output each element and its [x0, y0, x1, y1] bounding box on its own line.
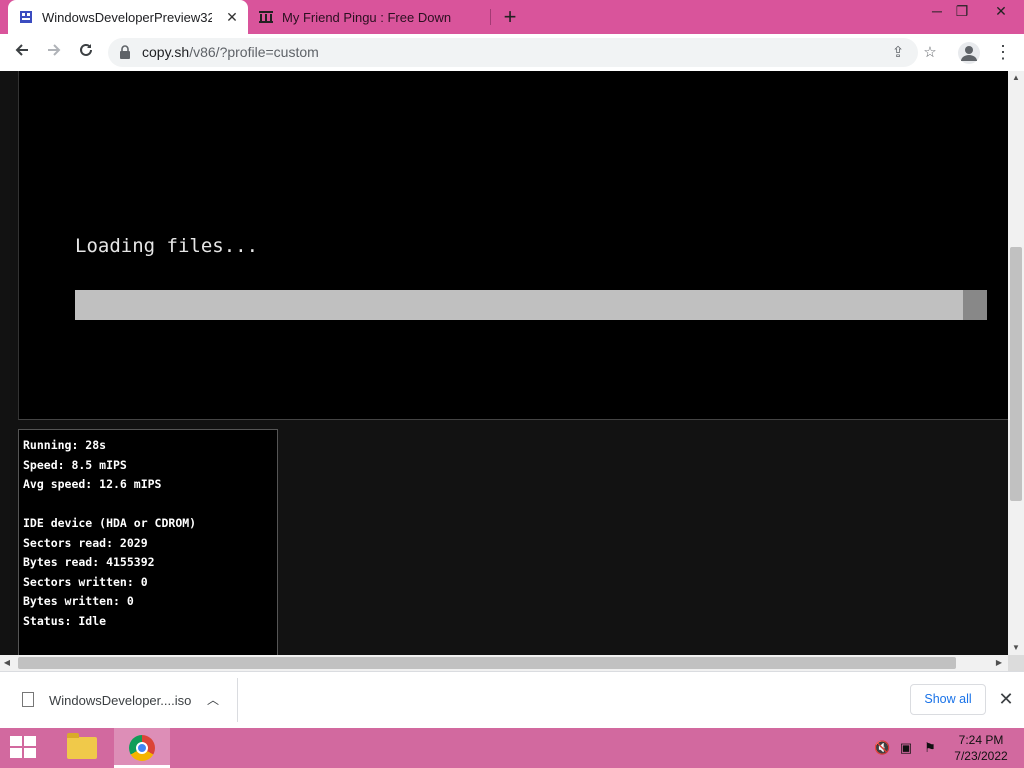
- chevron-up-icon[interactable]: ︿: [205, 690, 221, 710]
- restore-button[interactable]: ❐: [945, 0, 979, 24]
- tab-separator: [490, 9, 491, 25]
- clock-date: 7/23/2022: [954, 749, 1008, 763]
- stat-bytes-read: Bytes read: 4155392: [23, 555, 155, 569]
- volume-muted-icon[interactable]: 🔇: [874, 740, 890, 756]
- stat-sectors-written: Sectors written: 0: [23, 574, 148, 589]
- download-file-name[interactable]: WindowsDeveloper....iso: [49, 693, 191, 708]
- new-tab-button[interactable]: +: [498, 5, 522, 29]
- show-all-button[interactable]: Show all: [910, 684, 986, 715]
- tab-title: My Friend Pingu : Free Download: [282, 9, 452, 25]
- download-bar: WindowsDeveloper....iso ︿ Show all ✕: [0, 671, 1024, 729]
- forward-arrow-icon: [48, 44, 61, 56]
- scroll-up-icon[interactable]: ▲: [1008, 71, 1024, 85]
- horizontal-scroll-thumb[interactable]: [18, 657, 956, 669]
- windows-taskbar: 🔇 ▣ ⚑ 7:24 PM 7/23/2022: [0, 728, 1024, 768]
- bookmark-star-icon[interactable]: ☆: [920, 43, 940, 63]
- reload-button[interactable]: [74, 40, 98, 64]
- url-text: copy.sh/v86/?profile=custom: [142, 44, 319, 60]
- stat-status: Status: Idle: [23, 613, 107, 628]
- lock-icon[interactable]: [120, 45, 130, 59]
- loading-progress-bar: [75, 290, 987, 320]
- profile-avatar-icon[interactable]: [958, 42, 980, 64]
- stat-speed: Speed: 8.5 mIPS: [23, 457, 127, 472]
- back-arrow-icon: [15, 44, 28, 56]
- stat-ide-heading: IDE device (HDA or CDROM): [23, 516, 197, 530]
- clock-time: 7:24 PM: [958, 733, 1004, 747]
- stat-avg-speed: Avg speed: 12.6 mIPS: [23, 477, 162, 491]
- v86-favicon-icon: [20, 11, 32, 23]
- scrollbar-corner: [1008, 655, 1024, 671]
- download-separator: [237, 678, 238, 722]
- browser-toolbar: copy.sh/v86/?profile=custom ⇪ ☆ ⋮: [0, 34, 1024, 72]
- chrome-icon: [129, 735, 155, 761]
- stat-sectors-read: Sectors read: 2029: [23, 535, 148, 550]
- network-icon[interactable]: ▣: [898, 740, 914, 756]
- stat-running: Running: 28s: [23, 438, 107, 452]
- horizontal-scrollbar[interactable]: ◀ ▶: [0, 655, 1008, 671]
- scroll-down-icon[interactable]: ▼: [1008, 641, 1024, 655]
- scroll-right-icon[interactable]: ▶: [992, 655, 1006, 671]
- vertical-scrollbar[interactable]: ▲ ▼: [1008, 71, 1024, 655]
- folder-icon: [67, 733, 97, 759]
- close-download-bar-icon[interactable]: ✕: [996, 689, 1016, 709]
- taskbar-file-explorer[interactable]: [53, 728, 109, 768]
- back-button[interactable]: [10, 40, 34, 64]
- scroll-left-icon[interactable]: ◀: [0, 655, 14, 671]
- url-path: /v86/?profile=custom: [189, 44, 319, 60]
- forward-button[interactable]: [42, 40, 66, 64]
- tab-my-friend-pingu[interactable]: My Friend Pingu : Free Download: [250, 0, 490, 34]
- person-icon: [961, 46, 977, 61]
- stat-bytes-written: Bytes written: 0: [23, 594, 134, 608]
- taskbar-chrome[interactable]: [114, 728, 170, 768]
- loading-text: Loading files...: [75, 235, 259, 257]
- reload-icon: [80, 43, 92, 56]
- stat-spacer: [23, 495, 277, 515]
- page-content: Loading files... Running: 28s Speed: 8.5…: [0, 71, 1008, 655]
- close-window-button[interactable]: ✕: [984, 0, 1018, 24]
- browser-menu-icon[interactable]: ⋮: [994, 40, 1012, 64]
- tab-strip: WindowsDeveloperPreview32bitPreview ✕ My…: [0, 0, 1024, 34]
- file-icon: [22, 692, 34, 707]
- emulator-stats-panel: Running: 28s Speed: 8.5 mIPS Avg speed: …: [18, 429, 278, 655]
- share-icon[interactable]: ⇪: [888, 43, 908, 63]
- emulator-screen[interactable]: Loading files...: [18, 71, 1008, 420]
- loading-progress-fill: [75, 290, 964, 320]
- tab-title: WindowsDeveloperPreview32bitPreview: [42, 9, 212, 25]
- close-tab-icon[interactable]: ✕: [224, 9, 240, 25]
- windows-start-icon[interactable]: [10, 736, 38, 760]
- address-bar[interactable]: copy.sh/v86/?profile=custom ⇪ ☆: [108, 38, 937, 67]
- system-clock[interactable]: 7:24 PM 7/23/2022: [948, 732, 1014, 764]
- archive-org-icon: [259, 11, 273, 23]
- tab-windows-developer-preview[interactable]: WindowsDeveloperPreview32bitPreview ✕: [8, 0, 248, 34]
- vertical-scroll-thumb[interactable]: [1010, 247, 1022, 501]
- action-center-flag-icon[interactable]: ⚑: [922, 740, 938, 756]
- url-host: copy.sh: [142, 44, 190, 60]
